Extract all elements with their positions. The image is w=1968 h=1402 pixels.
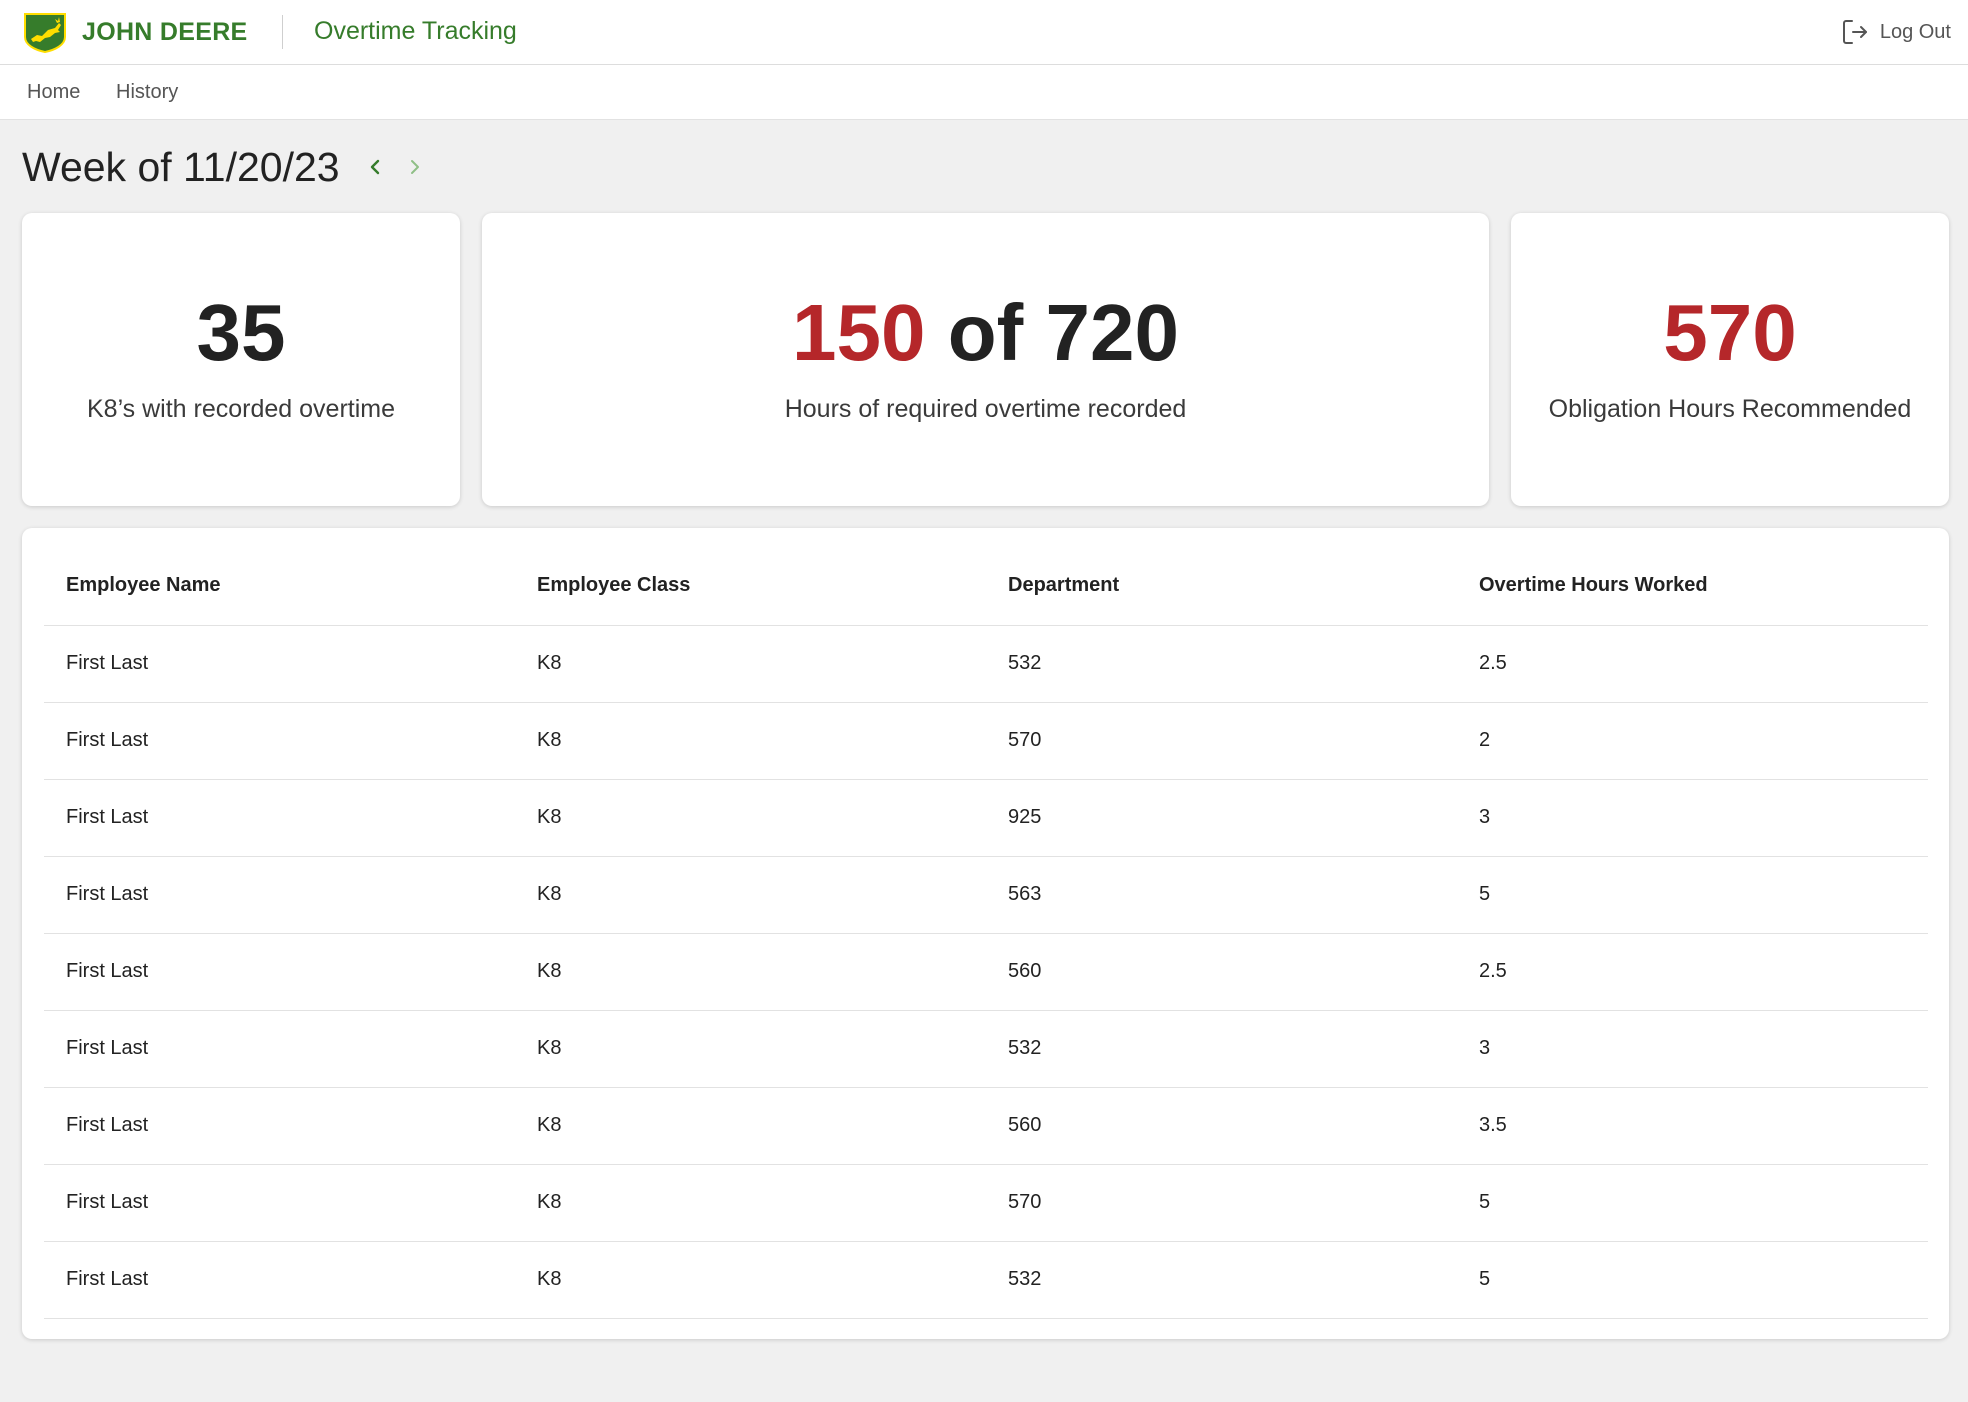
department-cell: 532 (986, 1010, 1457, 1088)
of-text: of (947, 288, 1024, 377)
k8-count-label: K8’s with recorded overtime (86, 395, 395, 423)
overtime-hours-cell: 2.5 (1457, 933, 1928, 1011)
overtime-hours-cell: 5 (1457, 1241, 1928, 1319)
employee-name-cell: First Last (44, 702, 515, 780)
employee-class-cell: K8 (515, 1164, 986, 1242)
stat-card-required-hours: 150 of 720 Hours of required overtime re… (482, 213, 1489, 506)
overtime-table-card: Employee Name Employee Class Department … (22, 528, 1949, 1339)
employee-name-cell: First Last (44, 1010, 515, 1088)
logout-label: Log Out (1879, 20, 1951, 43)
overtime-hours-cell: 2 (1457, 702, 1928, 780)
department-cell: 925 (986, 779, 1457, 857)
obligation-hours-value: 570 (1663, 288, 1797, 377)
employee-name-cell: First Last (44, 1087, 515, 1165)
overtime-hours-cell: 5 (1457, 1164, 1928, 1242)
table-header-row: Employee Name Employee Class Department … (44, 546, 1928, 626)
employee-class-cell: K8 (515, 1241, 986, 1319)
department-cell: 560 (986, 933, 1457, 1011)
employee-class-cell: K8 (515, 625, 986, 703)
table-row[interactable]: First Last K8 563 5 (44, 856, 1928, 934)
employee-name-cell: First Last (44, 1164, 515, 1242)
nav-item-home[interactable]: Home (27, 81, 80, 104)
column-header-employee-class[interactable]: Employee Class (515, 546, 986, 626)
brand-name: JOHN DEERE (82, 17, 248, 46)
table-row[interactable]: First Last K8 532 3 (44, 1010, 1928, 1088)
stat-card-k8-overtime: 35 K8’s with recorded overtime (22, 213, 460, 506)
recorded-hours-value: 150 (792, 288, 926, 377)
header-divider (282, 15, 283, 49)
table-row[interactable]: First Last K8 532 5 (44, 1241, 1928, 1319)
john-deere-logo[interactable]: JOHN DEERE (22, 11, 248, 53)
overtime-hours-cell: 3 (1457, 1010, 1928, 1088)
overtime-hours-cell: 3 (1457, 779, 1928, 857)
chevron-left-icon[interactable] (362, 153, 390, 181)
required-hours-label: Hours of required overtime recorded (784, 395, 1187, 423)
nav-bar: Home History (0, 65, 1968, 120)
week-title: Week of 11/20/23 (22, 143, 340, 190)
table-row[interactable]: First Last K8 570 5 (44, 1164, 1928, 1242)
department-cell: 570 (986, 702, 1457, 780)
week-selector: Week of 11/20/23 (22, 140, 428, 194)
table-row[interactable]: First Last K8 925 3 (44, 779, 1928, 857)
total-hours-value: 720 (1045, 288, 1179, 377)
department-cell: 570 (986, 1164, 1457, 1242)
employee-name-cell: First Last (44, 1241, 515, 1319)
employee-name-cell: First Last (44, 779, 515, 857)
department-cell: 560 (986, 1087, 1457, 1165)
nav-item-history[interactable]: History (116, 81, 178, 104)
table-row[interactable]: First Last K8 570 2 (44, 702, 1928, 780)
column-header-department[interactable]: Department (986, 546, 1457, 626)
k8-count-value: 35 (196, 288, 286, 377)
department-cell: 563 (986, 856, 1457, 934)
obligation-hours-label: Obligation Hours Recommended (1548, 395, 1912, 423)
table-row[interactable]: First Last K8 532 2.5 (44, 625, 1928, 703)
employee-class-cell: K8 (515, 933, 986, 1011)
overtime-hours-cell: 5 (1457, 856, 1928, 934)
table-row[interactable]: First Last K8 560 2.5 (44, 933, 1928, 1011)
column-header-overtime-hours[interactable]: Overtime Hours Worked (1457, 546, 1928, 626)
logout-icon (1842, 20, 1867, 44)
employee-name-cell: First Last (44, 625, 515, 703)
required-hours-value: 150 of 720 (482, 293, 1489, 373)
overtime-hours-cell: 3.5 (1457, 1087, 1928, 1165)
logout-button[interactable]: Log Out (1840, 17, 1951, 47)
stat-card-obligation-hours: 570 Obligation Hours Recommended (1511, 213, 1949, 506)
department-cell: 532 (986, 625, 1457, 703)
employee-class-cell: K8 (515, 779, 986, 857)
employee-class-cell: K8 (515, 702, 986, 780)
employee-name-cell: First Last (44, 856, 515, 934)
app-title: Overtime Tracking (314, 17, 517, 45)
table-row[interactable]: First Last K8 560 3.5 (44, 1087, 1928, 1165)
employee-name-cell: First Last (44, 933, 515, 1011)
department-cell: 532 (986, 1241, 1457, 1319)
overtime-hours-cell: 2.5 (1457, 625, 1928, 703)
chevron-right-icon[interactable] (400, 153, 428, 181)
top-header: JOHN DEERE Overtime Tracking Log Out (0, 0, 1968, 65)
employee-class-cell: K8 (515, 1010, 986, 1088)
employee-class-cell: K8 (515, 856, 986, 934)
column-header-employee-name[interactable]: Employee Name (44, 546, 515, 626)
leaping-deer-logo-icon (24, 13, 66, 53)
employee-class-cell: K8 (515, 1087, 986, 1165)
overtime-table: Employee Name Employee Class Department … (44, 546, 1928, 1319)
